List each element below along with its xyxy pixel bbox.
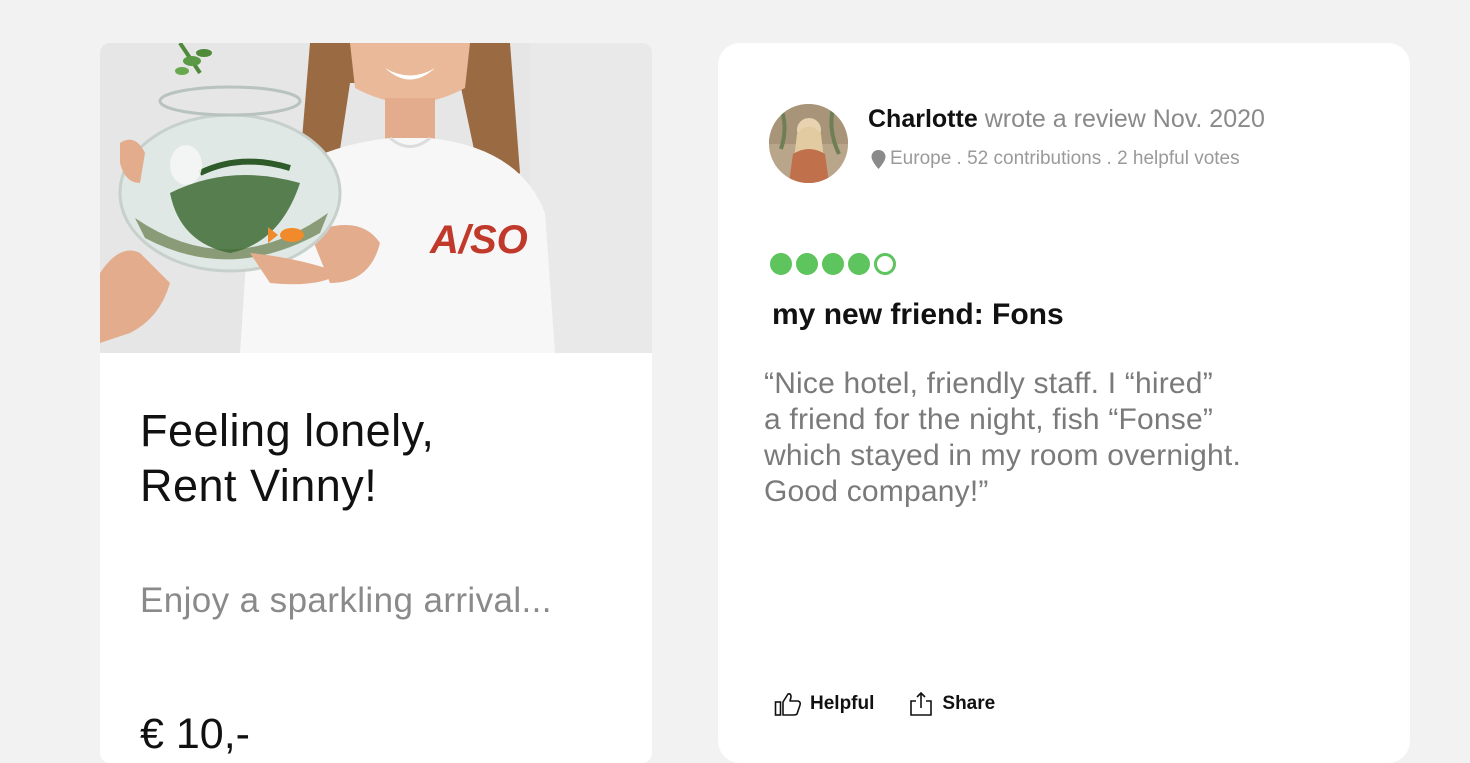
review-body-line: Good company!” <box>764 475 989 508</box>
product-title-line-1: Feeling lonely, <box>140 405 435 456</box>
share-icon <box>908 691 934 717</box>
review-body-line: “Nice hotel, friendly staff. I “hired” <box>764 367 1213 400</box>
helpful-label: Helpful <box>810 693 875 714</box>
helpful-button[interactable]: Helpful <box>774 691 874 717</box>
product-title: Feeling lonely, Rent Vinny! <box>140 403 620 513</box>
review-actions: Helpful Share <box>774 691 995 717</box>
rating-bubble-filled <box>796 253 818 275</box>
review-body-line: a friend for the night, fish “Fonse” <box>764 403 1214 436</box>
shirt-print: A/SO <box>429 218 528 262</box>
rating-bubble-filled <box>822 253 844 275</box>
reviewer-meta-text: Europe . 52 contributions . 2 helpful vo… <box>890 148 1240 169</box>
product-card[interactable]: A/SO Feeling lonely, Rent Vinny! Enjoy a… <box>100 43 652 763</box>
pin-icon <box>871 149 886 169</box>
rating-bubble-filled <box>848 253 870 275</box>
product-title-line-2: Rent Vinny! <box>140 460 378 511</box>
review-body: “Nice hotel, friendly staff. I “hired” a… <box>764 366 1364 510</box>
review-body-line: which stayed in my room overnight. <box>764 439 1242 472</box>
reviewer-line: Charlotte wrote a review Nov. 2020 <box>868 104 1265 134</box>
avatar[interactable] <box>769 104 848 183</box>
reviewer-name[interactable]: Charlotte <box>868 105 978 133</box>
reviewer-meta: Europe . 52 contributions . 2 helpful vo… <box>871 147 1240 171</box>
review-title: my new friend: Fons <box>772 298 1064 331</box>
product-subtitle: Enjoy a sparkling arrival... <box>140 581 552 620</box>
rating-bubbles <box>770 253 896 275</box>
rating-bubble-empty <box>874 253 896 275</box>
rating-bubble-filled <box>770 253 792 275</box>
share-label: Share <box>942 693 996 714</box>
product-price: € 10,- <box>140 710 250 758</box>
share-button[interactable]: Share <box>908 691 995 717</box>
product-photo: A/SO <box>100 43 652 353</box>
review-card: Charlotte wrote a review Nov. 2020 Europ… <box>718 43 1410 763</box>
reviewer-action: wrote a review Nov. 2020 <box>984 105 1265 133</box>
thumbs-up-icon <box>774 691 802 717</box>
